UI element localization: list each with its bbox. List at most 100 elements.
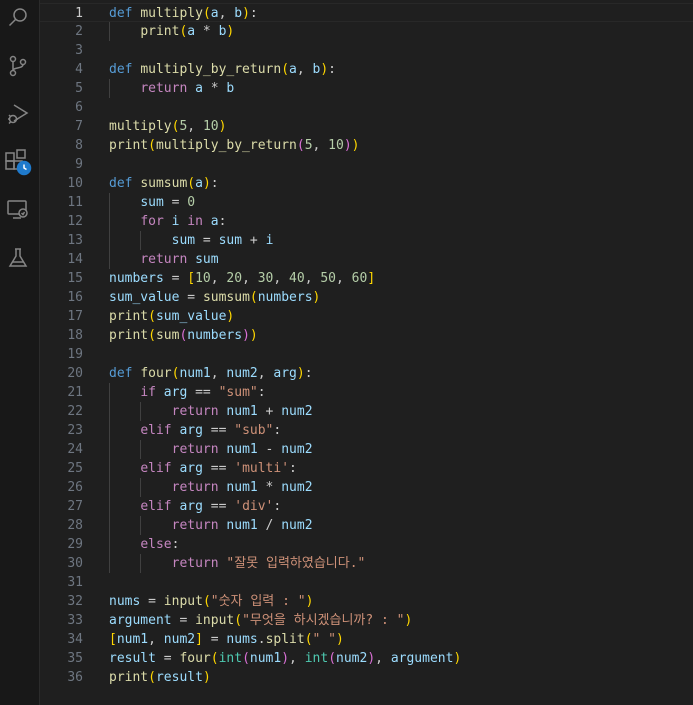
code-line[interactable]: 31 (40, 573, 693, 592)
search-icon[interactable] (4, 4, 32, 32)
code-line[interactable]: 7 multiply(5, 10) (40, 117, 693, 136)
extensions-icon[interactable] (4, 148, 32, 176)
line-number: 18 (67, 328, 83, 343)
code-line[interactable]: 27 elif arg == 'div': (40, 497, 693, 516)
code-token: multiply (140, 6, 203, 21)
code-line[interactable]: 30 return "잘못 입력하였습니다." (40, 554, 693, 573)
code-token: = (163, 271, 188, 286)
code-editor[interactable]: 1 def multiply(a, b): 2 print(a * b) 3 4 def … (40, 0, 693, 705)
code-line[interactable]: 34 [num1, num2] = nums.split(" ") (40, 630, 693, 649)
code-line[interactable]: 19 (40, 345, 693, 364)
code-token: num1 (226, 480, 258, 495)
code-line[interactable]: 29 else: (40, 535, 693, 554)
code-line[interactable]: 20 def four(num1, num2, arg): (40, 364, 693, 383)
code-token: ) (226, 24, 235, 39)
code-token: sum (155, 328, 180, 343)
code-token: , (187, 119, 203, 134)
code-token: ) (242, 328, 250, 343)
code-line[interactable]: 11 sum = 0 (40, 193, 693, 212)
code-token: ( (202, 594, 211, 609)
code-line[interactable]: 24 return num1 - num2 (40, 440, 693, 459)
run-debug-icon[interactable] (4, 100, 32, 128)
code-token: four (179, 651, 211, 666)
code-token: arg (179, 423, 203, 438)
code-token: num2 (281, 518, 313, 533)
code-line[interactable]: 17 print(sum_value) (40, 307, 693, 326)
code-line[interactable]: 16 sum_value = sumsum(numbers) (40, 288, 693, 307)
code-text: nums = input("숫자 입력 : ") (109, 592, 313, 611)
code-line[interactable]: 32 nums = input("숫자 입력 : ") (40, 592, 693, 611)
code-token: print (140, 24, 180, 39)
line-number: 29 (67, 537, 83, 552)
line-number: 7 (75, 119, 83, 134)
testing-icon[interactable] (4, 244, 32, 272)
activity-bar (0, 0, 40, 705)
code-token: ) (281, 651, 290, 666)
line-number: 16 (67, 290, 83, 305)
code-line[interactable]: 22 return num1 + num2 (40, 402, 693, 421)
code-line[interactable]: 9 (40, 155, 693, 174)
code-line[interactable]: 13 sum = sum + i (40, 231, 693, 250)
line-number: 2 (75, 24, 83, 39)
code-token: ( (328, 651, 337, 666)
code-line[interactable]: 4 def multiply_by_return(a, b): (40, 60, 693, 79)
code-token: : (289, 461, 297, 476)
code-token: 50 (320, 271, 337, 286)
code-token: num1 (226, 404, 258, 419)
code-token: ) (404, 613, 413, 628)
code-line[interactable]: 36 print(result) (40, 668, 693, 687)
code-token: , (304, 271, 321, 286)
code-line[interactable]: 25 elif arg == 'multi': (40, 459, 693, 478)
code-token: = (140, 594, 164, 609)
code-token: result (109, 651, 156, 666)
code-line[interactable]: 8 print(multiply_by_return(5, 10)) (40, 136, 693, 155)
line-number: 17 (67, 309, 83, 324)
code-token: num2 (281, 404, 313, 419)
code-token: arg (273, 366, 297, 381)
code-token: * (202, 81, 227, 96)
code-line[interactable]: 21 if arg == "sum": (40, 383, 693, 402)
code-token: num1 (179, 366, 211, 381)
code-token: * (257, 480, 282, 495)
code-token: , (296, 62, 313, 77)
code-line[interactable]: 23 elif arg == "sub": (40, 421, 693, 440)
code-token: ) (296, 366, 305, 381)
line-number: 34 (67, 632, 83, 647)
code-token: , (273, 271, 290, 286)
code-token: num1 (249, 651, 282, 666)
line-number: 28 (67, 518, 83, 533)
code-token: " " (312, 632, 337, 647)
code-token: a (289, 62, 297, 77)
code-line[interactable]: 12 for i in a: (40, 212, 693, 231)
code-token: if (140, 385, 156, 400)
code-token: ) (336, 632, 344, 647)
source-control-icon[interactable] (4, 52, 32, 80)
code-line[interactable]: 1 def multiply(a, b): (40, 3, 693, 22)
code-line[interactable]: 18 print(sum(numbers)) (40, 326, 693, 345)
code-token: "무엇을 하시겠습니까? : " (242, 613, 405, 628)
code-token: 5 (304, 138, 313, 153)
code-token: ] (195, 632, 203, 647)
code-line[interactable]: 10 def sumsum(a): (40, 174, 693, 193)
code-line[interactable]: 3 (40, 41, 693, 60)
code-line[interactable]: 15 numbers = [10, 20, 30, 40, 50, 60] (40, 269, 693, 288)
code-line[interactable]: 28 return num1 / num2 (40, 516, 693, 535)
code-line[interactable]: 6 (40, 98, 693, 117)
code-line[interactable]: 26 return num1 * num2 (40, 478, 693, 497)
code-line[interactable]: 5 return a * b (40, 79, 693, 98)
code-token: a (195, 176, 203, 191)
code-token: , (289, 651, 305, 666)
code-token: : (218, 214, 227, 229)
code-token: : (273, 499, 282, 514)
code-line[interactable]: 35 result = four(int(num1), int(num2), ar… (40, 649, 693, 668)
code-line[interactable]: 33 argument = input("무엇을 하시겠습니까? : ") (40, 611, 693, 630)
code-token: [ (109, 632, 117, 647)
code-line[interactable]: 14 return sum (40, 250, 693, 269)
code-token: , (148, 632, 164, 647)
code-line[interactable]: 2 print(a * b) (40, 22, 693, 41)
remote-explorer-icon[interactable] (4, 196, 32, 224)
